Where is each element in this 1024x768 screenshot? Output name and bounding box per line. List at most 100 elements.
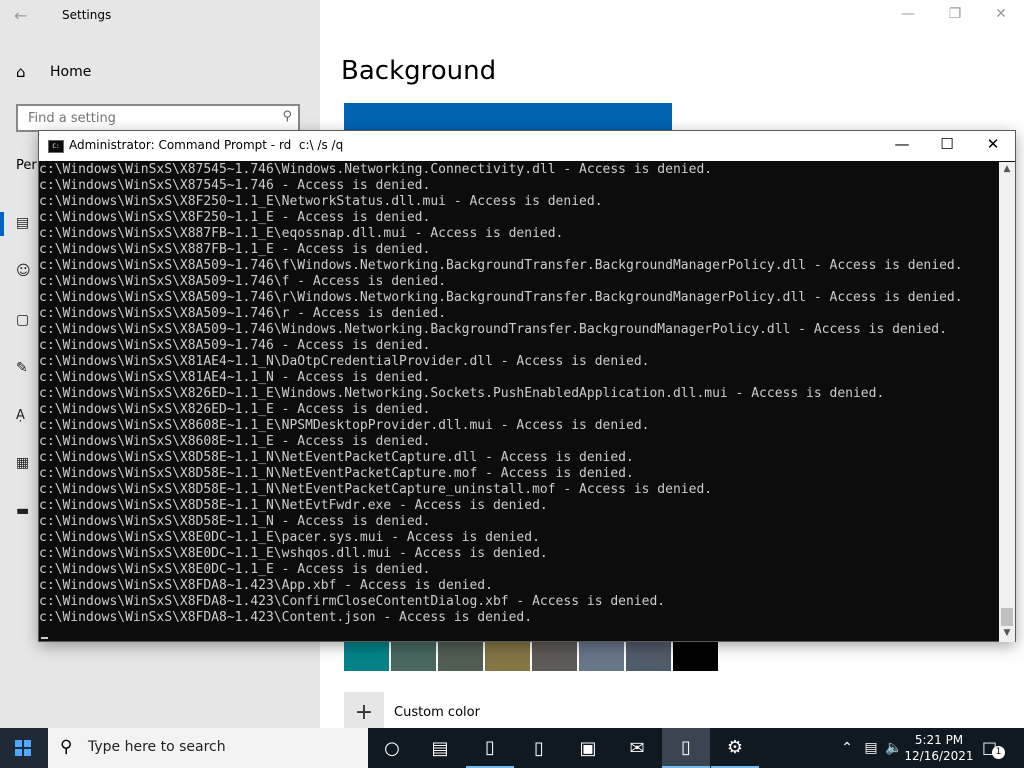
cmd-line: c:\Windows\WinSxS\X8D58E~1.1_N\NetEvtFwd… [39, 498, 548, 513]
cmd-app-icon: C: [48, 140, 64, 153]
cmd-line: c:\Windows\WinSxS\X8D58E~1.1_N\NetEventP… [39, 466, 634, 481]
cmd-titlebar[interactable]: C: Administrator: Command Prompt - rd c:… [39, 131, 1015, 161]
cmd-line: c:\Windows\WinSxS\X8F250~1.1_E - Access … [39, 210, 431, 225]
file-icon[interactable]: ▯ [466, 728, 514, 768]
cmd-line: c:\Windows\WinSxS\X8A509~1.746\r - Acces… [39, 306, 446, 321]
color-swatch[interactable] [438, 638, 483, 671]
cmd-line: c:\Windows\WinSxS\X8F250~1.1_E\NetworkSt… [39, 194, 603, 209]
taskbar-search-placeholder: Type here to search [88, 739, 226, 755]
custom-color-button[interactable]: + Custom color [344, 692, 480, 732]
network-icon[interactable]: ▤ [860, 728, 882, 768]
cmd-line: c:\Windows\WinSxS\X8A509~1.746\f - Acces… [39, 274, 446, 289]
find-setting-box[interactable]: ⚲ [16, 104, 300, 132]
cmd-line: c:\Windows\WinSxS\X8A509~1.746\f\Windows… [39, 258, 963, 273]
cortana-icon[interactable]: ○ [368, 728, 416, 768]
cmd-line: c:\Windows\WinSxS\X8A509~1.746 - Access … [39, 338, 431, 353]
cmd-line: c:\Windows\WinSxS\X87545~1.746\Windows.N… [39, 162, 713, 177]
cmd-line: c:\Windows\WinSxS\X8FDA8~1.423\ConfirmCl… [39, 594, 666, 609]
search-icon: ⚲ [60, 737, 73, 757]
store-icon[interactable]: ▣ [564, 728, 612, 768]
color-swatch[interactable] [626, 638, 671, 671]
cmd-line: c:\Windows\WinSxS\X8608E~1.1_E\NPSMDeskt… [39, 418, 650, 433]
scroll-down-icon[interactable]: ▼ [999, 628, 1015, 638]
restore-button[interactable]: ❐ [940, 6, 970, 22]
color-swatch[interactable] [673, 638, 718, 671]
cmd-line: c:\Windows\WinSxS\X8D58E~1.1_N\NetEventP… [39, 450, 634, 465]
back-arrow-icon[interactable]: ← [14, 6, 27, 25]
cmd-line: c:\Windows\WinSxS\X8E0DC~1.1_E\wshqos.dl… [39, 546, 548, 561]
lock-screen-icon[interactable]: ▢ [16, 312, 29, 328]
notification-badge: 1 [992, 746, 1005, 759]
file-icon[interactable]: ▯ [515, 728, 563, 768]
color-swatch[interactable] [485, 638, 530, 671]
cmd-taskbar-icon[interactable]: ▯ [662, 728, 710, 768]
text-cursor [41, 637, 48, 639]
cmd-minimize-button[interactable]: — [882, 135, 922, 153]
accent-color-swatches [344, 638, 720, 671]
palette-icon[interactable]: ☺ [16, 263, 31, 279]
background-preview [344, 103, 672, 133]
settings-title: Settings [62, 8, 112, 22]
fonts-icon[interactable]: Ạ [16, 408, 25, 423]
active-nav-indicator [0, 212, 4, 236]
nav-home[interactable]: ⌂ Home [16, 63, 91, 81]
home-icon: ⌂ [16, 63, 26, 81]
mail-icon[interactable]: ✉ [613, 728, 661, 768]
cmd-line: c:\Windows\WinSxS\X826ED~1.1_E\Windows.N… [39, 386, 885, 401]
custom-color-label: Custom color [394, 704, 480, 720]
cmd-line: c:\Windows\WinSxS\X8A509~1.746\Windows.N… [39, 322, 947, 337]
scroll-thumb[interactable] [1001, 608, 1013, 626]
start-button[interactable] [0, 728, 48, 768]
chevron-up-icon[interactable]: ⌃ [838, 728, 856, 768]
cmd-line: c:\Windows\WinSxS\X8D58E~1.1_N - Access … [39, 514, 431, 529]
cmd-output[interactable]: c:\Windows\WinSxS\X87545~1.746\Windows.N… [39, 162, 999, 642]
search-icon[interactable]: ⚲ [282, 109, 292, 124]
taskbar-search[interactable]: ⚲ Type here to search [48, 728, 368, 768]
cmd-line: c:\Windows\WinSxS\X8D58E~1.1_N\NetEventP… [39, 482, 713, 497]
cmd-line: c:\Windows\WinSxS\X8608E~1.1_E - Access … [39, 434, 431, 449]
cmd-close-button[interactable]: ✕ [973, 135, 1013, 153]
cmd-line: c:\Windows\WinSxS\X887FB~1.1_E\eqossnap.… [39, 226, 564, 241]
cmd-line: c:\Windows\WinSxS\X8A509~1.746\r\Windows… [39, 290, 963, 305]
settings-gear-icon[interactable]: ⚙ [711, 728, 759, 768]
cmd-line: c:\Windows\WinSxS\X81AE4~1.1_N\DaOtpCred… [39, 354, 650, 369]
color-swatch[interactable] [344, 638, 389, 671]
cmd-scrollbar[interactable]: ▲ ▼ [999, 162, 1015, 642]
taskbar: ⚲ Type here to search ○ ▤ ▯ ▯ ▣ ✉ ▯ ⚙ ⌃ … [0, 728, 1024, 768]
cmd-line: c:\Windows\WinSxS\X887FB~1.1_E - Access … [39, 242, 431, 257]
close-button[interactable]: ✕ [986, 6, 1016, 22]
clock-time: 5:21 PM [914, 733, 964, 747]
section-personalization-label: Per [16, 158, 37, 173]
task-view-icon[interactable]: ▤ [416, 728, 464, 768]
cmd-line: c:\Windows\WinSxS\X81AE4~1.1_N - Access … [39, 370, 431, 385]
find-setting-input[interactable] [26, 110, 270, 127]
themes-icon[interactable]: ✎ [16, 360, 28, 376]
start-icon[interactable]: ▦ [16, 455, 29, 471]
cmd-line: c:\Windows\WinSxS\X8FDA8~1.423\Content.j… [39, 610, 533, 625]
taskbar-icon[interactable]: ▬ [16, 503, 29, 519]
settings-titlebar: ← Settings — ❐ ✕ [0, 0, 1024, 32]
volume-icon[interactable]: 🔈 [884, 728, 904, 768]
cmd-title: Administrator: Command Prompt - rd c:\ /… [69, 138, 344, 152]
page-title: Background [341, 56, 497, 86]
cmd-lines: c:\Windows\WinSxS\X87545~1.746\Windows.N… [39, 162, 999, 626]
minimize-button[interactable]: — [893, 6, 923, 22]
plus-icon[interactable]: + [344, 692, 384, 732]
color-swatch[interactable] [391, 638, 436, 671]
cmd-line: c:\Windows\WinSxS\X8FDA8~1.423\App.xbf -… [39, 578, 493, 593]
command-prompt-window[interactable]: C: Administrator: Command Prompt - rd c:… [38, 130, 1016, 642]
clock-date: 12/16/2021 [904, 749, 974, 763]
color-swatch[interactable] [579, 638, 624, 671]
cmd-maximize-button[interactable]: ☐ [927, 135, 967, 153]
scroll-up-icon[interactable]: ▲ [999, 164, 1015, 174]
picture-icon[interactable]: ▤ [16, 215, 29, 231]
nav-home-label: Home [50, 64, 92, 80]
clock[interactable]: 5:21 PM 12/16/2021 [904, 732, 974, 764]
cmd-line: c:\Windows\WinSxS\X8E0DC~1.1_E - Access … [39, 562, 431, 577]
color-swatch[interactable] [532, 638, 577, 671]
notification-icon[interactable]: □ 1 [982, 738, 1005, 759]
windows-logo-icon [15, 740, 31, 756]
cmd-line: c:\Windows\WinSxS\X87545~1.746 - Access … [39, 178, 431, 193]
cmd-line: c:\Windows\WinSxS\X8E0DC~1.1_E\pacer.sys… [39, 530, 540, 545]
cmd-line: c:\Windows\WinSxS\X826ED~1.1_E - Access … [39, 402, 431, 417]
